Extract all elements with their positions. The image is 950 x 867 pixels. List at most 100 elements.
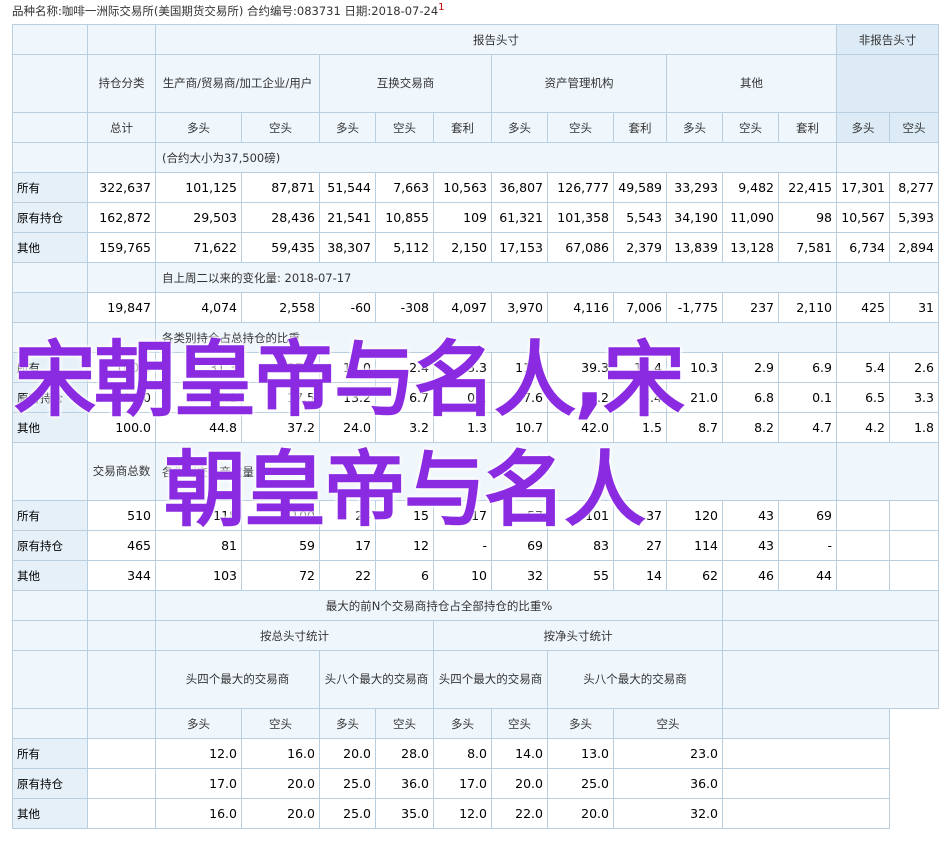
data-cell: 24.0 <box>319 412 376 443</box>
data-cell: 22 <box>319 560 376 591</box>
data-cell: 42.0 <box>547 412 614 443</box>
data-cell: 37.6 <box>491 382 548 413</box>
row-label: 原有持仓 <box>12 530 88 561</box>
data-cell: 20.0 <box>319 738 376 769</box>
data-cell: 7,663 <box>375 172 434 203</box>
data-cell: 9,482 <box>722 172 779 203</box>
data-cell: 29,503 <box>155 202 242 233</box>
data-cell: 28,436 <box>241 202 320 233</box>
data-cell: 31.3 <box>155 352 242 383</box>
concentration-topn-row: 头四个最大的交易商 头八个最大的交易商 头四个最大的交易商 头八个最大的交易商 <box>12 650 939 709</box>
data-cell: 13,128 <box>722 232 779 263</box>
data-cell: 11,090 <box>722 202 779 233</box>
data-cell: 18.1 <box>155 382 242 413</box>
top4-gross-header: 头四个最大的交易商 <box>155 650 320 709</box>
data-cell: 44.8 <box>155 412 242 443</box>
data-cell <box>836 560 890 591</box>
holding-class-header: 持仓分类 <box>87 54 156 113</box>
col-short: 空头 <box>613 708 723 739</box>
concentration-title: 最大的前N个交易商持仓占全部持仓的比重% <box>155 590 723 621</box>
data-cell: 101,125 <box>155 172 242 203</box>
data-cell: 3.3 <box>433 352 492 383</box>
data-cell: 100 <box>241 500 320 531</box>
col-short: 空头 <box>375 708 434 739</box>
col-long: 多头 <box>433 708 492 739</box>
data-cell: 7,006 <box>613 292 667 323</box>
data-cell: 6.8 <box>722 382 779 413</box>
data-cell: 12 <box>375 530 434 561</box>
col-short: 空头 <box>889 112 939 143</box>
col-spread: 套利 <box>778 112 837 143</box>
data-cell: 23.0 <box>613 738 723 769</box>
data-cell: 59 <box>241 530 320 561</box>
data-cell: 37 <box>613 500 667 531</box>
data-cell: 37.2 <box>241 412 320 443</box>
net-header: 按净头寸统计 <box>433 620 723 651</box>
col-short: 空头 <box>547 112 614 143</box>
data-cell: 1.8 <box>889 412 939 443</box>
data-cell: 8.0 <box>433 738 492 769</box>
data-cell: 71,622 <box>155 232 242 263</box>
data-cell: 17,153 <box>491 232 548 263</box>
section-note: 各类别交易商数量 <box>155 442 837 501</box>
row-label: 其他 <box>12 232 88 263</box>
data-cell: 4,116 <box>547 292 614 323</box>
data-cell: 13.0 <box>547 738 614 769</box>
caption-footnote-mark: 1 <box>438 2 445 13</box>
data-cell <box>889 530 939 561</box>
data-cell <box>889 560 939 591</box>
data-cell: 2,894 <box>889 232 939 263</box>
data-cell: 2,110 <box>778 292 837 323</box>
traders-row: 其他 344 103 72 22 6 10 32 55 14 62 46 44 <box>12 560 939 591</box>
data-cell: 7,581 <box>778 232 837 263</box>
data-cell: 69 <box>491 530 548 561</box>
data-cell: 1.5 <box>613 412 667 443</box>
data-cell: 6.7 <box>375 382 434 413</box>
data-cell: 72 <box>241 560 320 591</box>
data-cell: 101 <box>547 500 614 531</box>
data-cell: 4.7 <box>778 412 837 443</box>
col-long: 多头 <box>319 112 376 143</box>
data-cell: 16.0 <box>155 798 242 829</box>
row-label: 原有持仓 <box>12 768 88 799</box>
data-cell: 10.3 <box>666 352 723 383</box>
data-cell: 83 <box>547 530 614 561</box>
positions-row: 原有持仓 162,872 29,503 28,436 21,541 10,855 109 61… <box>12 202 939 233</box>
data-cell: 35.0 <box>375 798 434 829</box>
data-cell: 31 <box>889 292 939 323</box>
data-cell: 4,097 <box>433 292 492 323</box>
data-cell: 25.0 <box>319 798 376 829</box>
data-cell: 17.0 <box>433 768 492 799</box>
data-cell: 46 <box>722 560 779 591</box>
row-label <box>12 292 88 323</box>
header-row-1: 报告头寸 非报告头寸 <box>12 24 939 55</box>
data-cell: 2.9 <box>722 352 779 383</box>
data-cell: 15.4 <box>613 352 667 383</box>
data-cell: 13.2 <box>319 382 376 413</box>
data-cell: 24 <box>319 500 376 531</box>
data-cell: 20.0 <box>241 768 320 799</box>
data-cell: 11.4 <box>491 352 548 383</box>
col-spread: 套利 <box>433 112 492 143</box>
data-cell: 61,321 <box>491 202 548 233</box>
data-cell: 114 <box>666 530 723 561</box>
data-cell: 5,543 <box>613 202 667 233</box>
col-short: 空头 <box>241 112 320 143</box>
data-cell: 14.0 <box>491 738 548 769</box>
data-cell: 14 <box>613 560 667 591</box>
change-row: 19,847 4,074 2,558 -60 -308 4,097 3,970 4,116 7,… <box>12 292 939 323</box>
nonreport-positions-header: 非报告头寸 <box>836 24 939 55</box>
data-cell <box>836 530 890 561</box>
data-cell: 36,807 <box>491 172 548 203</box>
data-cell: 20.0 <box>547 798 614 829</box>
data-cell: 5.4 <box>836 352 890 383</box>
data-cell: 2.6 <box>889 352 939 383</box>
row-label: 其他 <box>12 412 88 443</box>
positions-row: 其他 159,765 71,622 59,435 38,307 5,112 2,150 17,… <box>12 232 939 263</box>
data-cell: 4,074 <box>155 292 242 323</box>
data-cell: 510 <box>87 500 156 531</box>
data-cell: 126,777 <box>547 172 614 203</box>
gross-header: 按总头寸统计 <box>155 620 434 651</box>
col-spread: 套利 <box>613 112 667 143</box>
col-short: 空头 <box>722 112 779 143</box>
